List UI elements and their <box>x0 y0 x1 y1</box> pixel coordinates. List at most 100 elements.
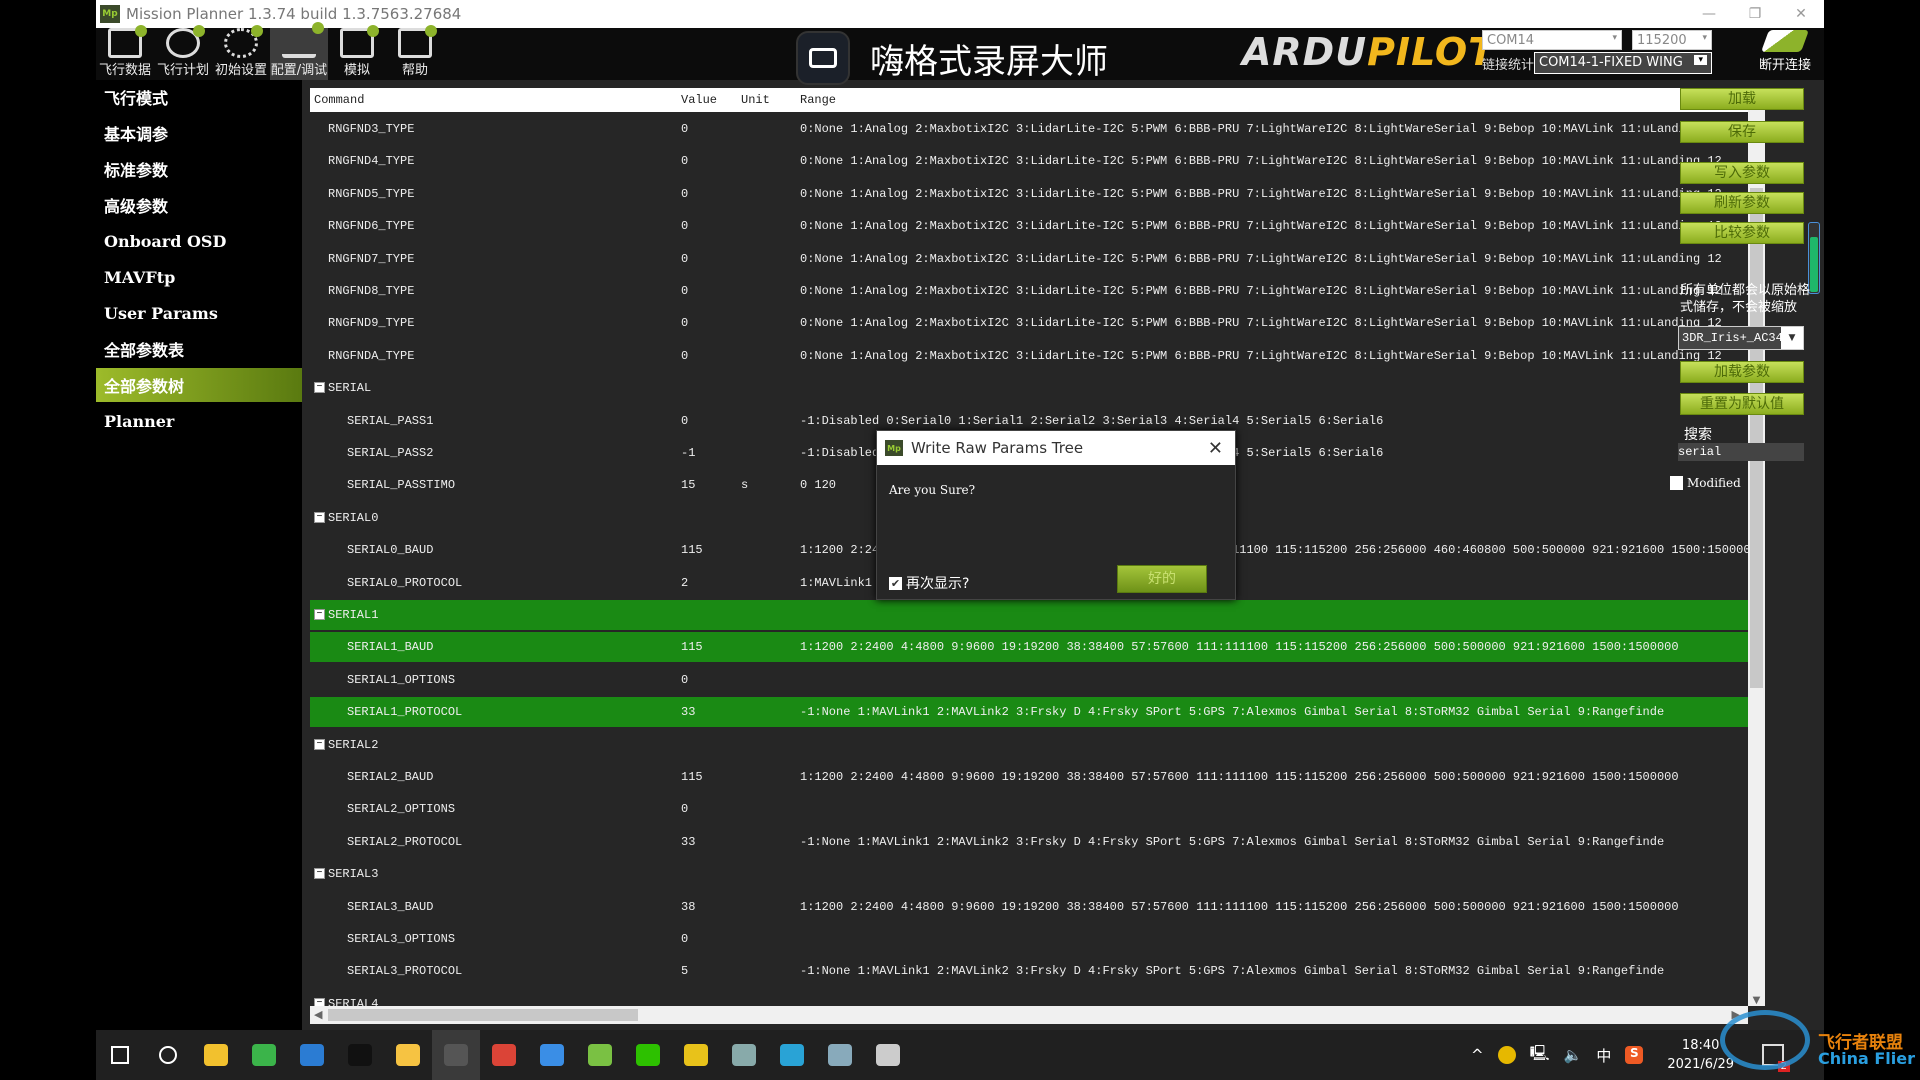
param-value[interactable]: 0 <box>681 219 688 233</box>
column-unit[interactable]: Unit <box>741 93 770 107</box>
param-value[interactable]: 2 <box>681 576 688 590</box>
param-value[interactable]: 38 <box>681 900 695 914</box>
param-value[interactable]: 0 <box>681 932 688 946</box>
search-input[interactable] <box>1678 443 1804 461</box>
param-row[interactable]: SERIAL3_BAUD 38 1:1200 2:2400 4:4800 9:960… <box>310 892 1748 922</box>
blue-tool-icon[interactable] <box>768 1030 816 1080</box>
param-row[interactable]: SERIAL1_OPTIONS 0 <box>310 665 1748 695</box>
reset-default-button[interactable]: 重置为默认值 <box>1680 393 1804 415</box>
param-value[interactable]: 0 <box>681 349 688 363</box>
cube-app-icon[interactable] <box>576 1030 624 1080</box>
collapse-toggle-icon[interactable]: − <box>314 997 325 1006</box>
sidebar-item[interactable]: Onboard OSD <box>96 224 302 258</box>
column-value[interactable]: Value <box>681 93 717 107</box>
write-params-button[interactable]: 写入参数 <box>1680 162 1804 184</box>
collapse-toggle-icon[interactable]: − <box>314 609 325 620</box>
checkbox-box[interactable] <box>1670 476 1683 490</box>
tray-app-icon[interactable] <box>1497 1046 1516 1064</box>
yellow-app-icon[interactable] <box>672 1030 720 1080</box>
port-select[interactable]: COM14 ▾ <box>1482 30 1622 50</box>
tree-group-row[interactable]: − SERIAL4 <box>310 989 1748 1006</box>
preset-select[interactable]: 3DR_Iris+_AC34 ▼ <box>1678 326 1804 350</box>
close-button[interactable]: ✕ <box>1778 0 1824 28</box>
sidebar-item[interactable]: MAVFtp <box>96 260 302 294</box>
tree-group-row[interactable]: − SERIAL1 <box>310 600 1748 630</box>
compare-params-button[interactable]: 比较参数 <box>1680 222 1804 244</box>
minimize-button[interactable]: — <box>1686 0 1732 28</box>
green-app-icon[interactable] <box>240 1030 288 1080</box>
blue-app-icon[interactable] <box>528 1030 576 1080</box>
param-value[interactable]: 0 <box>681 673 688 687</box>
sidebar-item[interactable]: User Params <box>96 296 302 330</box>
horizontal-scrollbar[interactable]: ◀ ▶ <box>310 1006 1748 1024</box>
collapse-toggle-icon[interactable]: − <box>314 382 325 394</box>
param-value[interactable]: 0 <box>681 187 688 201</box>
param-row[interactable]: RNGFND5_TYPE 0 0:None 1:Analog 2:MaxbotixI… <box>310 179 1748 209</box>
disconnect-button[interactable]: 断开连接 <box>1750 30 1820 73</box>
param-row[interactable]: RNGFND6_TYPE 0 0:None 1:Analog 2:MaxbotixI… <box>310 211 1748 241</box>
check-icon[interactable]: ✔ <box>889 576 902 590</box>
param-value[interactable]: 115 <box>681 543 703 557</box>
toolbar-initial-setup[interactable]: 初始设置 <box>212 25 270 80</box>
param-row[interactable]: RNGFND7_TYPE 0 0:None 1:Analog 2:MaxbotixI… <box>310 244 1748 274</box>
wechat-icon[interactable] <box>624 1030 672 1080</box>
link-stats-link[interactable]: 链接统计 <box>1482 54 1534 73</box>
refresh-params-button[interactable]: 刷新参数 <box>1680 192 1804 214</box>
windows-start-icon[interactable] <box>96 1030 144 1080</box>
chrome-icon[interactable] <box>480 1030 528 1080</box>
screenshot-app-icon[interactable] <box>816 1030 864 1080</box>
param-value[interactable]: 0 <box>681 316 688 330</box>
param-row[interactable]: SERIAL2_OPTIONS 0 <box>310 794 1748 824</box>
ime-indicator[interactable]: 中 <box>1596 1045 1611 1066</box>
file-explorer-icon[interactable] <box>192 1030 240 1080</box>
tree-group-row[interactable]: − SERIAL2 <box>310 730 1748 760</box>
param-row[interactable]: RNGFNDA_TYPE 0 0:None 1:Analog 2:MaxbotixI… <box>310 341 1748 371</box>
toolbar-flight-plan[interactable]: 飞行计划 <box>154 25 212 80</box>
notes-icon[interactable] <box>384 1030 432 1080</box>
baud-select[interactable]: 115200 ▾ <box>1632 30 1712 50</box>
param-value[interactable]: 15 <box>681 478 695 492</box>
save-button[interactable]: 保存 <box>1680 121 1804 143</box>
maximize-button[interactable]: ❐ <box>1732 0 1778 28</box>
param-value[interactable]: 5 <box>681 964 688 978</box>
ok-button[interactable]: 好的 <box>1117 565 1207 593</box>
collapse-toggle-icon[interactable]: − <box>314 738 325 750</box>
recorder-icon[interactable] <box>864 1030 912 1080</box>
sidebar-item[interactable]: 标准参数 <box>96 152 302 186</box>
modified-checkbox[interactable]: Modified <box>1670 476 1741 490</box>
mission-planner-icon[interactable] <box>432 1030 480 1080</box>
3d-app-icon[interactable] <box>720 1030 768 1080</box>
word-icon[interactable] <box>288 1030 336 1080</box>
param-row[interactable]: SERIAL1_BAUD 115 1:1200 2:2400 4:4800 9:96… <box>310 632 1748 663</box>
param-value[interactable]: 0 <box>681 252 688 266</box>
qq-icon[interactable] <box>336 1030 384 1080</box>
dialog-close-icon[interactable]: ✕ <box>1208 438 1223 459</box>
sidebar-item[interactable]: 飞行模式 <box>96 80 302 114</box>
param-row[interactable]: SERIAL2_PROTOCOL 33 -1:None 1:MAVLink1 2:M… <box>310 827 1748 857</box>
param-row[interactable]: SERIAL1_PROTOCOL 33 -1:None 1:MAVLink1 2:M… <box>310 697 1748 728</box>
column-command[interactable]: Command <box>314 93 364 107</box>
search-icon[interactable] <box>144 1030 192 1080</box>
param-row[interactable]: RNGFND9_TYPE 0 0:None 1:Analog 2:MaxbotixI… <box>310 308 1748 338</box>
collapse-toggle-icon[interactable]: − <box>314 868 325 880</box>
network-icon[interactable]: 🖳 <box>1530 1043 1550 1068</box>
sidebar-item[interactable]: Planner <box>96 404 302 438</box>
sidebar-item[interactable]: 全部参数树 <box>96 368 302 402</box>
load-button[interactable]: 加载 <box>1680 88 1804 110</box>
toolbar-config-tuning[interactable]: 配置/调试 <box>270 22 328 80</box>
volume-icon[interactable]: 🔈 <box>1564 1046 1583 1064</box>
param-row[interactable]: RNGFND8_TYPE 0 0:None 1:Analog 2:MaxbotixI… <box>310 276 1748 306</box>
param-value[interactable]: 33 <box>681 705 695 719</box>
param-value[interactable]: 0 <box>681 802 688 816</box>
toolbar-simulation[interactable]: 模拟 <box>328 25 386 80</box>
param-value[interactable]: 0 <box>681 154 688 168</box>
param-row[interactable]: SERIAL3_OPTIONS 0 <box>310 924 1748 954</box>
param-value[interactable]: 0 <box>681 122 688 136</box>
show-again-checkbox[interactable]: ✔ 再次显示? <box>889 573 969 593</box>
connection-select[interactable]: COM14-1-FIXED WING ▾ <box>1534 52 1712 74</box>
show-hidden-icons-icon[interactable]: ^ <box>1471 1046 1484 1064</box>
param-value[interactable]: -1 <box>681 446 695 460</box>
param-value[interactable]: 33 <box>681 835 695 849</box>
toolbar-help[interactable]: 帮助 <box>386 25 444 80</box>
param-value[interactable]: 115 <box>681 770 703 784</box>
